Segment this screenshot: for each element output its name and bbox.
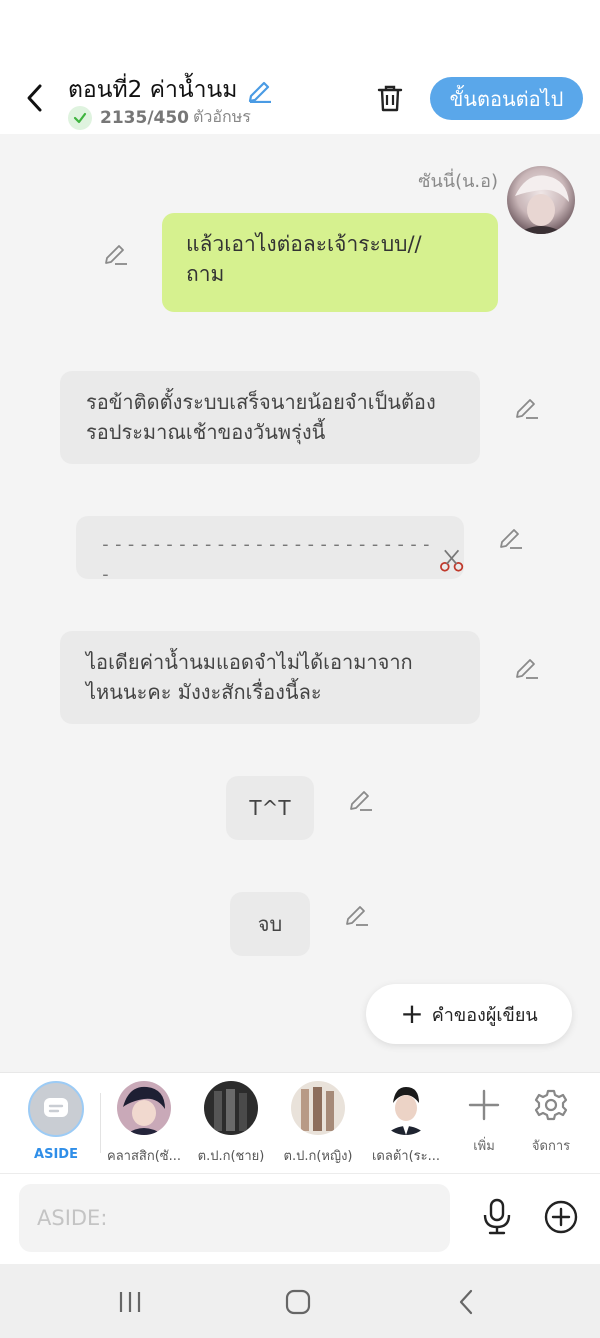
sender-name: ซันนี่(น.อ) [418, 171, 498, 192]
aside-avatar [28, 1081, 84, 1137]
system-navigation-bar [0, 1264, 600, 1338]
next-step-button[interactable]: ขั้นตอนต่อไป [430, 77, 583, 120]
pencil-icon [105, 245, 127, 265]
plus-circle-icon [544, 1200, 578, 1234]
episode-header: ตอนที่2 ค่าน้ำนม 2135/450 ตัวอักษร ขั้นต… [0, 62, 600, 134]
edit-message-button[interactable] [103, 240, 129, 266]
author-note-button[interactable]: + คำของผู้เขียน [366, 984, 572, 1044]
delete-button[interactable] [372, 80, 408, 116]
pencil-icon [500, 529, 522, 549]
character-avatar [291, 1081, 345, 1135]
add-label: เพิ่ม [473, 1139, 495, 1154]
character-bar: ASIDE คลาสสิก(ซั... ต.ป.ก(ชาย) ต.ป.ก(หญิ… [0, 1072, 600, 1174]
voice-input-button[interactable] [478, 1196, 516, 1238]
pencil-icon [346, 906, 368, 926]
microphone-icon [483, 1198, 511, 1235]
edit-message-button[interactable] [498, 524, 524, 550]
chat-bubble-icon [44, 1098, 68, 1117]
message-text: ไอเดียค่าน้ำนมแอดจำไม่ได้เอามาจาก [86, 650, 413, 674]
pencil-icon [516, 399, 538, 419]
character-item[interactable]: เดลต้า(ระ... [364, 1081, 448, 1166]
title-row: ตอนที่2 ค่าน้ำนม [68, 72, 273, 108]
manage-label: จัดการ [531, 1139, 571, 1154]
character-item[interactable]: คลาสสิก(ซั... [102, 1081, 186, 1166]
scissors-icon [439, 549, 463, 572]
character-label: ASIDE [34, 1147, 78, 1162]
episode-title: ตอนที่2 ค่าน้ำนม [68, 77, 238, 103]
system-back-button[interactable] [446, 1282, 486, 1322]
character-avatar [117, 1081, 171, 1135]
gear-icon [534, 1089, 568, 1121]
message-bubble[interactable]: จบ [230, 892, 310, 956]
pencil-icon [350, 791, 372, 811]
char-count-value: 2135/450 [100, 107, 190, 128]
sender-avatar[interactable] [507, 166, 575, 234]
message-text: รอประมาณเช้าของวันพรุ่งนี้ [86, 420, 326, 444]
add-character-button[interactable]: เพิ่ม [454, 1085, 514, 1156]
character-label: ต.ป.ก(ชาย) [197, 1149, 265, 1164]
plus-icon [468, 1089, 500, 1121]
pencil-icon [249, 81, 272, 103]
char-count-unit: ตัวอักษร [193, 107, 251, 126]
message-input[interactable] [19, 1184, 450, 1252]
message-bubble[interactable]: แล้วเอาไงต่อละเจ้าระบบ// ถาม [162, 213, 498, 312]
character-count: 2135/450 ตัวอักษร [68, 105, 251, 130]
character-aside[interactable]: ASIDE [14, 1081, 98, 1162]
edit-message-button[interactable] [348, 786, 374, 812]
chat-area[interactable]: ซันนี่(น.อ) แล้วเอาไงต่อละเจ้าระบบ// ถาม… [0, 134, 600, 1072]
message-bubble[interactable]: ไอเดียค่าน้ำนมแอดจำไม่ได้เอามาจาก ไหนนะค… [60, 631, 480, 724]
message-text: แล้วเอาไงต่อละเจ้าระบบ// [186, 232, 422, 256]
plus-icon: + [400, 997, 424, 1030]
character-item[interactable]: ต.ป.ก(ชาย) [189, 1081, 273, 1166]
character-label: ต.ป.ก(หญิง) [283, 1149, 353, 1164]
message-text: จบ [257, 912, 283, 936]
message-text: ไหนนะคะ มังงะสักเรื่องนี้ละ [86, 680, 322, 704]
character-label: เดลต้า(ระ... [371, 1149, 441, 1164]
chevron-left-icon [27, 84, 42, 112]
edit-message-button[interactable] [344, 901, 370, 927]
back-button[interactable] [18, 78, 52, 118]
manage-characters-button[interactable]: จัดการ [521, 1085, 581, 1156]
message-bubble[interactable]: รอข้าติดตั้งระบบเสร็จนายน้อยจำเป็นต้อง ร… [60, 371, 480, 464]
edit-title-button[interactable] [247, 77, 273, 103]
attach-button[interactable] [542, 1198, 580, 1236]
status-bar-area [0, 0, 600, 62]
character-item[interactable]: ต.ป.ก(หญิง) [276, 1081, 360, 1166]
check-icon [68, 105, 92, 130]
recent-apps-icon [119, 1292, 141, 1312]
message-text: ถาม [186, 262, 225, 286]
author-note-label: คำของผู้เขียน [431, 1004, 538, 1026]
edit-message-button[interactable] [514, 654, 540, 680]
compose-bar [0, 1174, 600, 1264]
home-icon [285, 1289, 311, 1315]
pencil-icon [516, 659, 538, 679]
scene-break-line: --------------------------- [100, 534, 434, 585]
chevron-left-icon [459, 1289, 473, 1315]
scene-break-bubble[interactable]: --------------------------- [76, 516, 464, 585]
message-text: รอข้าติดตั้งระบบเสร็จนายน้อยจำเป็นต้อง [86, 390, 436, 414]
message-bubble[interactable]: T^T [226, 776, 314, 840]
character-avatar [379, 1081, 433, 1135]
trash-icon [377, 85, 403, 112]
home-button[interactable] [278, 1282, 318, 1322]
divider [100, 1093, 101, 1153]
character-avatar [204, 1081, 258, 1135]
character-label: คลาสสิก(ซั... [107, 1149, 181, 1164]
recent-apps-button[interactable] [110, 1282, 150, 1322]
message-text: T^T [249, 796, 291, 820]
edit-message-button[interactable] [514, 394, 540, 420]
